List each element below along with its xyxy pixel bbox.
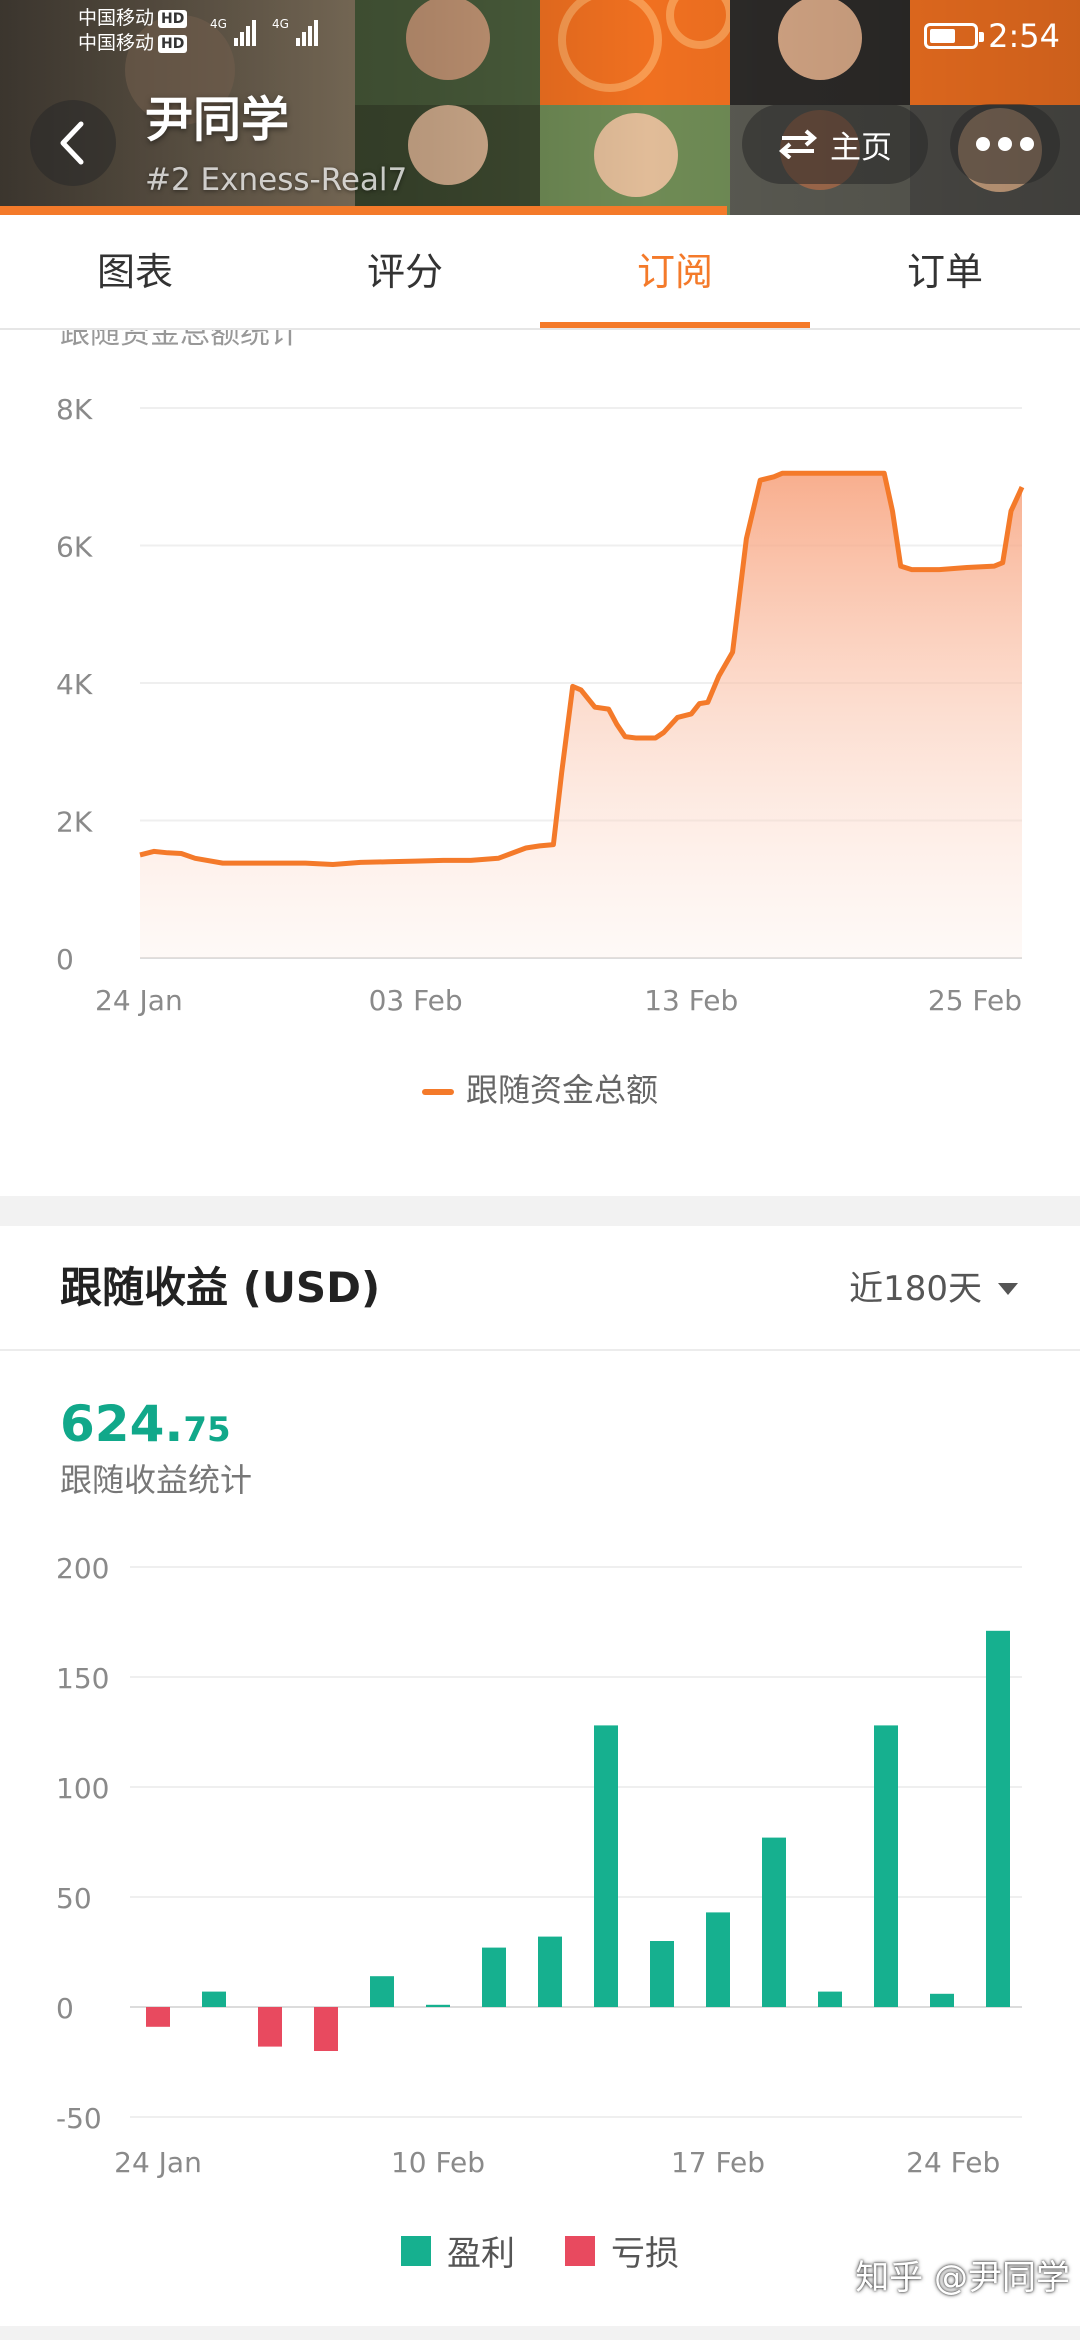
network-type-2: 4G <box>272 17 289 31</box>
legend-profit-label: 盈利 <box>447 2234 515 2274</box>
tab-bar: 图表 评分 订阅 订单 <box>0 215 1080 330</box>
y-tick-label: 100 <box>56 1772 109 1805</box>
loss-bar <box>258 2007 282 2047</box>
more-dots-icon <box>976 137 990 151</box>
x-tick-label: 24 Feb <box>906 2146 1000 2179</box>
x-tick-label: 24 Jan <box>114 2146 202 2179</box>
profile-account: #2 Exness-Real7 <box>145 162 408 198</box>
profit-bar <box>986 1630 1010 2007</box>
network-type-1: 4G <box>210 17 227 31</box>
follow-fund-card: 跟随资金总额统计 0 2K 4K 6K 8K 24 Jan 03 Feb 13 Feb 25 F… <box>0 330 1080 1196</box>
x-tick-label: 17 Feb <box>671 2146 765 2179</box>
loss-bar <box>314 2007 338 2051</box>
profit-bar <box>930 1993 954 2007</box>
y-tick-label: 2K <box>56 806 93 839</box>
profit-bar <box>874 1725 898 2007</box>
profile-header: 中国移动 HD 中国移动 HD 4G 4G 2:54 尹同学 #2 Exness-R… <box>0 0 1080 215</box>
more-dots-icon <box>998 137 1012 151</box>
y-tick-label: 0 <box>56 943 74 976</box>
signal-strength-icon: 4G 4G <box>210 17 318 46</box>
profit-bar <box>482 1947 506 2007</box>
y-tick-label: 6K <box>56 531 93 564</box>
app-screen: 中国移动 HD 中国移动 HD 4G 4G 2:54 尹同学 #2 Exness-R… <box>0 0 1080 2340</box>
profit-bar <box>818 1991 842 2007</box>
profit-bar <box>538 1936 562 2007</box>
y-tick-label: 200 <box>56 1552 109 1585</box>
status-carrier-block: 中国移动 HD 中国移动 HD <box>78 6 188 56</box>
tab-subscribe[interactable]: 订阅 <box>540 215 810 328</box>
legend-loss: 亏损 <box>565 2226 679 2275</box>
status-right-block: 2:54 <box>924 14 1060 58</box>
legend-loss-swatch <box>565 2235 595 2266</box>
home-button[interactable]: 主页 <box>742 104 928 184</box>
tab-chart[interactable]: 图表 <box>0 215 270 328</box>
x-tick-label: 25 Feb <box>928 984 1022 1017</box>
x-tick-label: 10 Feb <box>391 2146 485 2179</box>
y-tick-label: -50 <box>56 2102 102 2135</box>
x-tick-label: 13 Feb <box>644 984 738 1017</box>
status-time: 2:54 <box>988 17 1060 55</box>
legend-loss-label: 亏损 <box>611 2234 679 2274</box>
tab-orders[interactable]: 订单 <box>810 215 1080 328</box>
battery-level <box>930 29 956 43</box>
profit-bar <box>426 2004 450 2007</box>
profit-bar <box>370 1976 394 2007</box>
profit-bar <box>706 1912 730 2007</box>
legend-profit-swatch <box>401 2235 431 2266</box>
tab-rating[interactable]: 评分 <box>270 215 540 328</box>
y-tick-label: 50 <box>56 1882 92 1915</box>
legend-profit: 盈利 <box>401 2226 515 2275</box>
profit-bar <box>594 1725 618 2007</box>
follow-profit-card: 跟随收益 (USD) 近180天 624.75 跟随收益统计 -50 0 50 100… <box>0 1226 1080 2326</box>
swap-icon <box>778 129 818 159</box>
x-tick-label: 03 Feb <box>369 984 463 1017</box>
battery-icon <box>924 23 985 49</box>
more-button[interactable] <box>950 104 1060 184</box>
follow-fund-legend: 跟随资金总额 <box>0 1065 1080 1111</box>
zhihu-watermark: 知乎 @尹同学 <box>855 2258 1070 2298</box>
y-tick-label: 8K <box>56 393 93 426</box>
carrier-1: 中国移动 HD <box>78 6 188 31</box>
x-tick-label: 24 Jan <box>95 984 183 1017</box>
chevron-left-icon <box>60 121 84 165</box>
legend-line-swatch <box>421 1089 454 1095</box>
profit-bar <box>650 1941 674 2007</box>
more-dots-icon <box>1020 137 1034 151</box>
legend-follow-fund-label: 跟随资金总额 <box>465 1071 658 1109</box>
home-button-label: 主页 <box>830 129 892 166</box>
profit-bar <box>762 1837 786 2007</box>
y-tick-label: 4K <box>56 668 93 701</box>
y-tick-label: 150 <box>56 1662 109 1695</box>
profile-name: 尹同学 <box>145 92 290 148</box>
carrier-2: 中国移动 HD <box>78 31 188 56</box>
loss-bar <box>146 2007 170 2027</box>
follow-profit-bar-chart: -50 0 50 100 150 200 24 Jan 10 Feb 17 Feb 24 Feb <box>56 1552 1022 2179</box>
y-tick-label: 0 <box>56 1992 74 2025</box>
profit-bar <box>202 1991 226 2007</box>
header-accent-line <box>0 206 727 215</box>
back-button[interactable] <box>30 100 116 186</box>
